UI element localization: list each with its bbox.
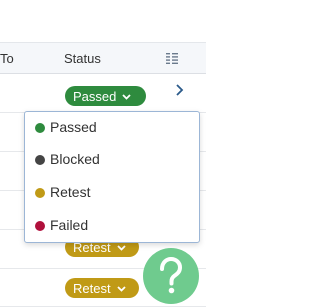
status-dot-icon — [35, 221, 45, 231]
column-header-status[interactable]: Status — [64, 51, 101, 66]
status-badge-label: Retest — [73, 281, 111, 296]
status-option-label: Failed — [50, 217, 89, 233]
status-dot-icon — [35, 123, 45, 133]
status-badge-label: Passed — [73, 89, 117, 104]
status-badge[interactable]: Passed — [65, 86, 146, 106]
column-menu-icon[interactable] — [166, 53, 178, 64]
test-results-panel: To Status Passed Retest Retest Passed Bl… — [0, 0, 206, 307]
status-dot-icon — [35, 155, 45, 165]
chevron-down-icon — [122, 86, 132, 106]
table-row[interactable]: Passed — [0, 74, 206, 113]
help-question-icon — [160, 256, 183, 294]
status-option-retest[interactable]: Retest — [25, 177, 199, 209]
chevron-down-icon — [116, 278, 126, 298]
status-dropdown-menu: Passed Blocked Retest Failed — [24, 111, 200, 243]
status-option-label: Passed — [50, 119, 97, 135]
help-button[interactable] — [143, 248, 199, 304]
column-header-to[interactable]: To — [0, 51, 14, 66]
status-option-passed[interactable]: Passed — [25, 112, 199, 144]
status-option-label: Retest — [50, 184, 91, 200]
status-option-failed[interactable]: Failed — [25, 210, 199, 242]
chevron-right-icon[interactable] — [174, 84, 184, 96]
status-option-label: Blocked — [50, 151, 100, 167]
status-badge[interactable]: Retest — [65, 278, 139, 298]
status-option-blocked[interactable]: Blocked — [25, 144, 199, 176]
status-dot-icon — [35, 188, 45, 198]
table-header: To Status — [0, 42, 206, 74]
